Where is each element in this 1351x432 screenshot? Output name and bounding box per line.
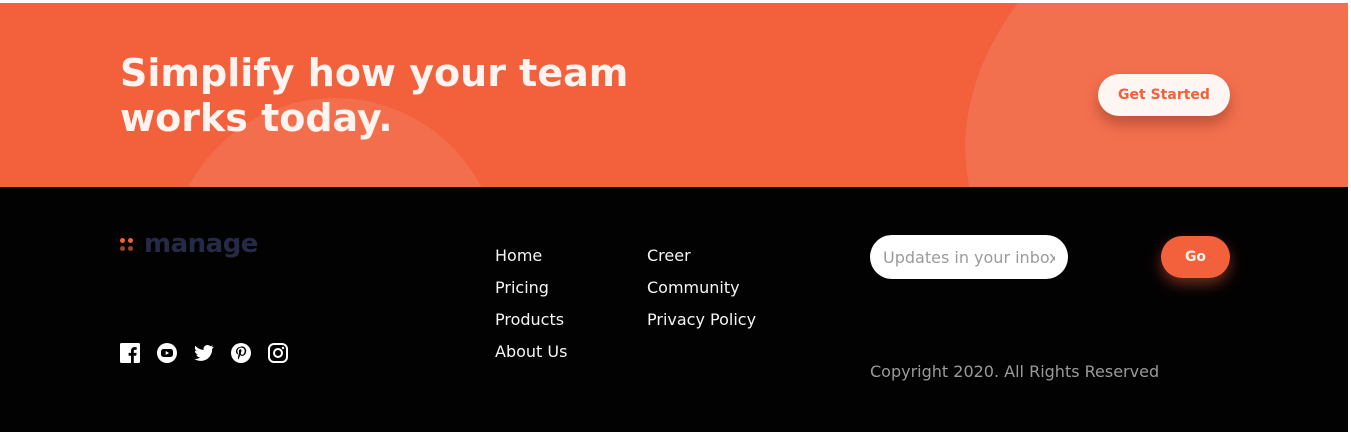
footer-link-careers[interactable]: Creer	[647, 246, 756, 278]
page: Simplify how your team works today. Get …	[0, 0, 1351, 432]
footer: manage Home Pricing Products About Us Cr…	[0, 187, 1348, 432]
footer-nav-primary: Home Pricing Products About Us	[495, 246, 567, 374]
newsletter-email-input[interactable]	[870, 235, 1068, 279]
footer-link-about-us[interactable]: About Us	[495, 342, 567, 374]
logo[interactable]: manage	[120, 229, 258, 259]
copyright-text: Copyright 2020. All Rights Reserved	[870, 362, 1160, 381]
cta-headline-line1: Simplify how your team	[120, 51, 629, 95]
footer-link-pricing[interactable]: Pricing	[495, 278, 567, 310]
youtube-icon[interactable]	[157, 343, 177, 363]
twitter-icon[interactable]	[194, 343, 214, 363]
logo-mark-icon	[120, 236, 136, 252]
instagram-icon[interactable]	[268, 343, 288, 363]
pinterest-icon[interactable]	[231, 343, 251, 363]
footer-link-privacy-policy[interactable]: Privacy Policy	[647, 310, 756, 342]
footer-link-home[interactable]: Home	[495, 246, 567, 278]
newsletter-go-button[interactable]: Go	[1161, 236, 1230, 278]
social-links	[120, 343, 288, 363]
cta-headline-line2: works today.	[120, 96, 393, 140]
footer-link-community[interactable]: Community	[647, 278, 756, 310]
footer-nav-secondary: Creer Community Privacy Policy	[647, 246, 756, 342]
get-started-button[interactable]: Get Started	[1098, 74, 1230, 116]
logo-text: manage	[144, 229, 258, 259]
footer-link-products[interactable]: Products	[495, 310, 567, 342]
cta-headline: Simplify how your team works today.	[120, 51, 640, 141]
cta-banner: Simplify how your team works today. Get …	[0, 3, 1348, 187]
facebook-icon[interactable]	[120, 343, 140, 363]
